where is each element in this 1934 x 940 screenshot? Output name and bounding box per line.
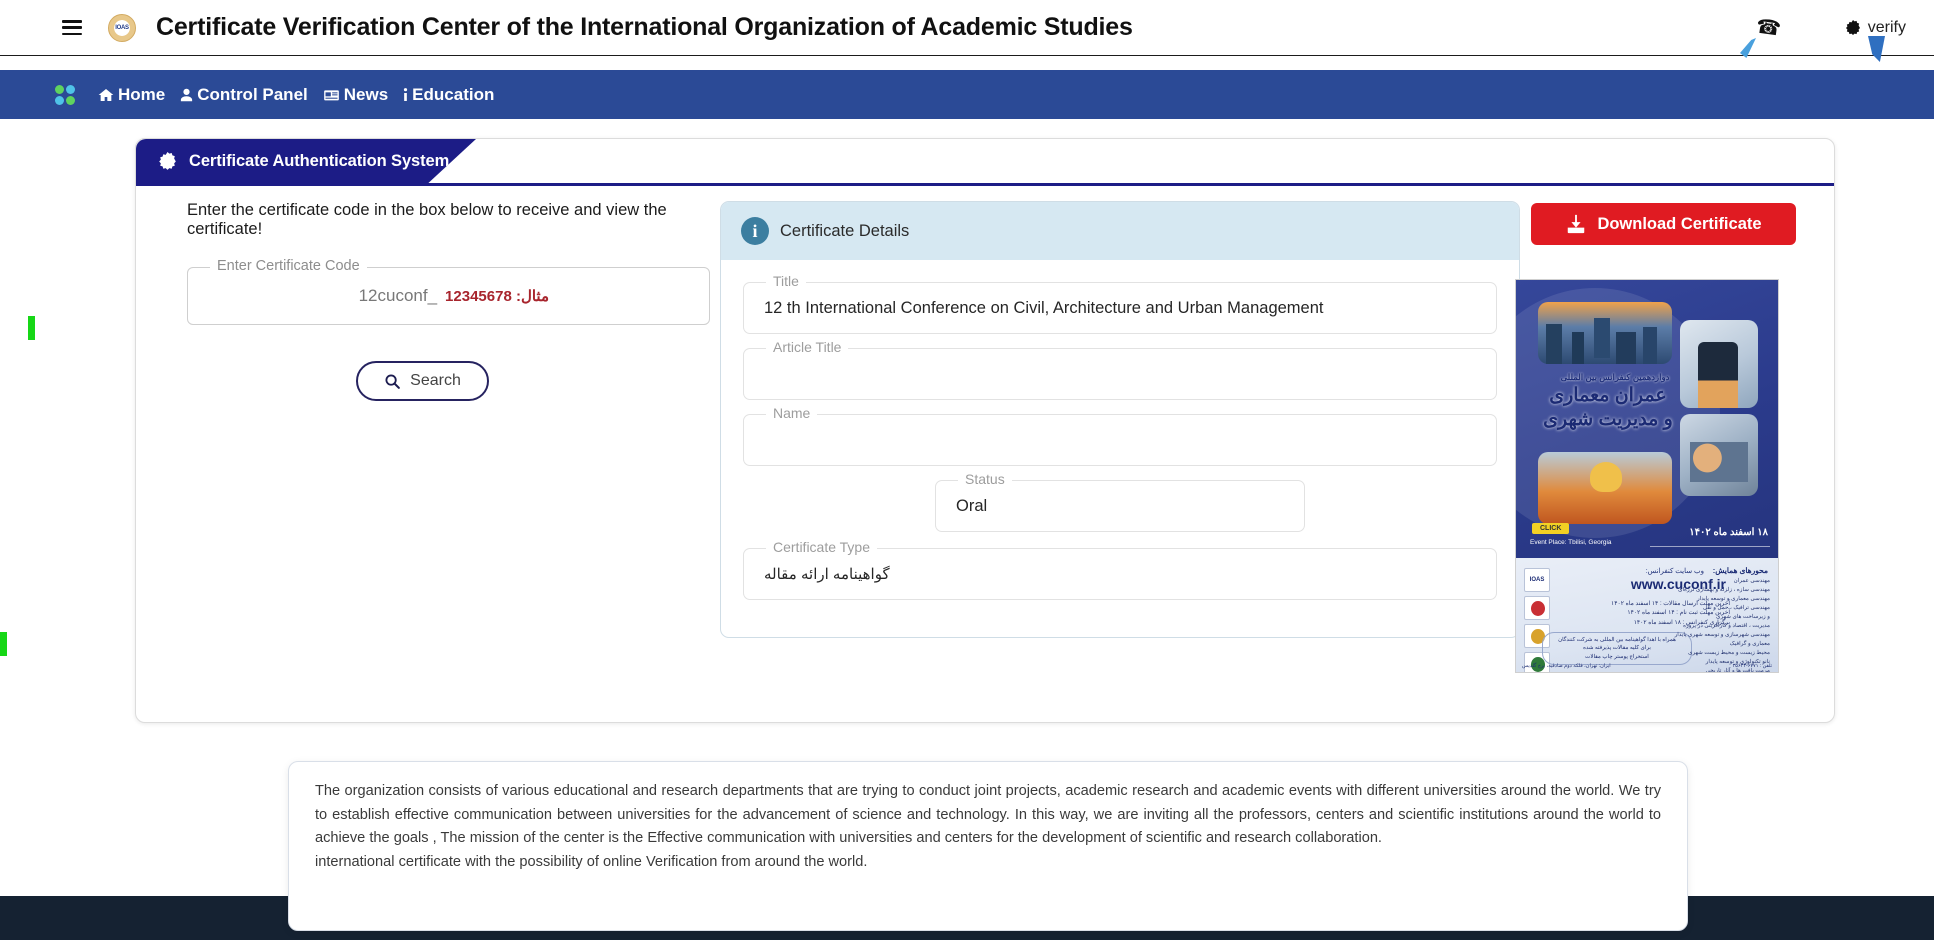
nav-item-news-label: News	[343, 84, 389, 104]
poster-click-badge[interactable]: CLICK	[1532, 523, 1570, 534]
sponsor-logo-red	[1524, 596, 1550, 620]
certificate-code-field[interactable]: Enter Certificate Code 12cuconf_ مثال: 1…	[187, 258, 710, 325]
sponsor-logo-ioas	[1524, 568, 1550, 592]
card-tab: Certificate Authentication System	[136, 139, 476, 183]
field-status[interactable]: Status Oral	[935, 471, 1305, 532]
certificate-code-placeholder: 12cuconf_	[358, 286, 438, 305]
info-icon: i	[741, 217, 769, 245]
poster-website-label: وب سایت کنفرانس:	[1645, 568, 1704, 575]
poster-title-line2: و مدیریت شهری	[1543, 408, 1673, 430]
field-title[interactable]: Title 12 th International Conference on …	[743, 273, 1497, 334]
nav-item-home[interactable]: Home	[97, 85, 165, 105]
conference-poster[interactable]: دوازدهمین کنفرانس بین المللی عمران معمار…	[1515, 279, 1779, 673]
nav-bar: Home Control Panel News Education	[0, 70, 1934, 119]
poster-subtitle: دوازدهمین کنفرانس بین المللی	[1560, 372, 1670, 382]
poster-image-cityscape	[1538, 302, 1672, 364]
field-certificate-type-legend: Certificate Type	[766, 539, 878, 555]
nav-item-education-label: Education	[412, 84, 495, 104]
field-article-title[interactable]: Article Title	[743, 339, 1497, 400]
download-certificate-button[interactable]: Download Certificate	[1531, 203, 1796, 245]
grid-dots-icon[interactable]	[55, 84, 75, 105]
poster-contact-address: ایران: تهران، فلکه دوم صادقیه، برج گلدیس	[1522, 663, 1611, 669]
nav-item-home-label: Home	[118, 84, 166, 104]
nav-item-news[interactable]: News	[322, 85, 388, 105]
phone-icon[interactable]: ☎	[1754, 13, 1782, 41]
field-certificate-type-value: گواهینامه ارائه مقاله	[764, 566, 890, 583]
top-bar: Certificate Verification Center of the I…	[0, 0, 1934, 56]
poster-date: ۱۸ اسفند ماه ۱۴۰۲	[1689, 527, 1768, 538]
nav-item-education[interactable]: Education	[402, 85, 494, 105]
card-tab-underline	[136, 183, 1834, 186]
poster-image-handshake	[1680, 414, 1758, 496]
search-button-label: Search	[410, 372, 461, 389]
hamburger-icon[interactable]	[62, 20, 82, 35]
instruction-text: Enter the certificate code in the box be…	[187, 201, 667, 238]
certificate-details-body: Title 12 th International Conference on …	[721, 260, 1519, 600]
field-name-legend: Name	[766, 405, 818, 421]
nav-item-control-panel[interactable]: Control Panel	[179, 85, 308, 105]
user-icon	[179, 87, 194, 103]
verify-button[interactable]: verify	[1845, 19, 1906, 37]
poster-image-engineer	[1680, 320, 1758, 408]
poster-date-rule	[1650, 546, 1770, 547]
download-icon	[1568, 214, 1585, 234]
certificate-code-example: مثال: 12345678	[445, 288, 549, 305]
field-status-value: Oral	[956, 496, 988, 515]
certificate-code-input[interactable]: 12cuconf_ مثال: 12345678	[359, 268, 549, 324]
search-icon	[385, 373, 401, 389]
verify-label: verify	[1867, 18, 1906, 36]
about-paragraph-1: The organization consists of various edu…	[315, 783, 1661, 847]
about-card: The organization consists of various edu…	[288, 761, 1688, 931]
poster-contact: تلفن : ۶۷۷۱-۳۵۶۳۳ ایران: تهران، فلکه دوم…	[1522, 663, 1772, 669]
ioas-logo[interactable]	[108, 13, 136, 42]
field-certificate-type[interactable]: Certificate Type گواهینامه ارائه مقاله	[743, 539, 1497, 600]
poster-place: Event Place: Tbilisi, Georgia	[1530, 539, 1612, 546]
download-certificate-label: Download Certificate	[1597, 214, 1762, 233]
poster-title-line1: عمران معماری	[1549, 385, 1667, 406]
certificate-details-title: Certificate Details	[780, 221, 910, 240]
nav-links: Home Control Panel News Education	[97, 85, 508, 105]
nav-item-control-panel-label: Control Panel	[197, 84, 308, 104]
poster-contact-phone: تلفن : ۶۷۷۱-۳۵۶۳۳	[1732, 663, 1772, 669]
certificate-code-legend: Enter Certificate Code	[210, 258, 367, 274]
edge-marker-top	[28, 316, 35, 340]
search-button[interactable]: Search	[356, 361, 489, 401]
search-column: Enter the certificate code in the box be…	[162, 201, 722, 401]
certificate-details-panel: i Certificate Details Title 12 th Intern…	[720, 201, 1520, 638]
certificate-details-header: i Certificate Details	[721, 202, 1519, 260]
about-paragraph-2: international certificate with the possi…	[315, 853, 868, 870]
field-title-value: 12 th International Conference on Civil,…	[764, 298, 1324, 317]
poster-image-worker	[1538, 452, 1672, 524]
poster-title: عمران معماری و مدیریت شهری	[1528, 384, 1688, 432]
field-title-legend: Title	[766, 273, 806, 289]
seal-icon	[1845, 19, 1860, 35]
poster-axes-list: مهندسی عمران مهندسی سازه ، زلزله و بهساز…	[1674, 578, 1770, 673]
top-bar-right: ☎ verify	[1754, 13, 1934, 41]
edge-marker-bottom	[0, 632, 7, 656]
newspaper-icon	[322, 87, 341, 103]
home-icon	[97, 87, 115, 103]
field-name[interactable]: Name	[743, 405, 1497, 466]
field-article-title-legend: Article Title	[766, 339, 849, 355]
poster-axes-header: محورهای همایش:	[1712, 566, 1768, 575]
card-tab-label: Certificate Authentication System	[189, 151, 450, 170]
main-card: Certificate Authentication System Enter …	[135, 138, 1835, 723]
info-icon	[402, 87, 409, 103]
page-root: Certificate Verification Center of the I…	[0, 0, 1934, 940]
page-title: Certificate Verification Center of the I…	[156, 13, 1133, 41]
seal-icon	[159, 151, 176, 170]
field-status-legend: Status	[958, 471, 1012, 487]
